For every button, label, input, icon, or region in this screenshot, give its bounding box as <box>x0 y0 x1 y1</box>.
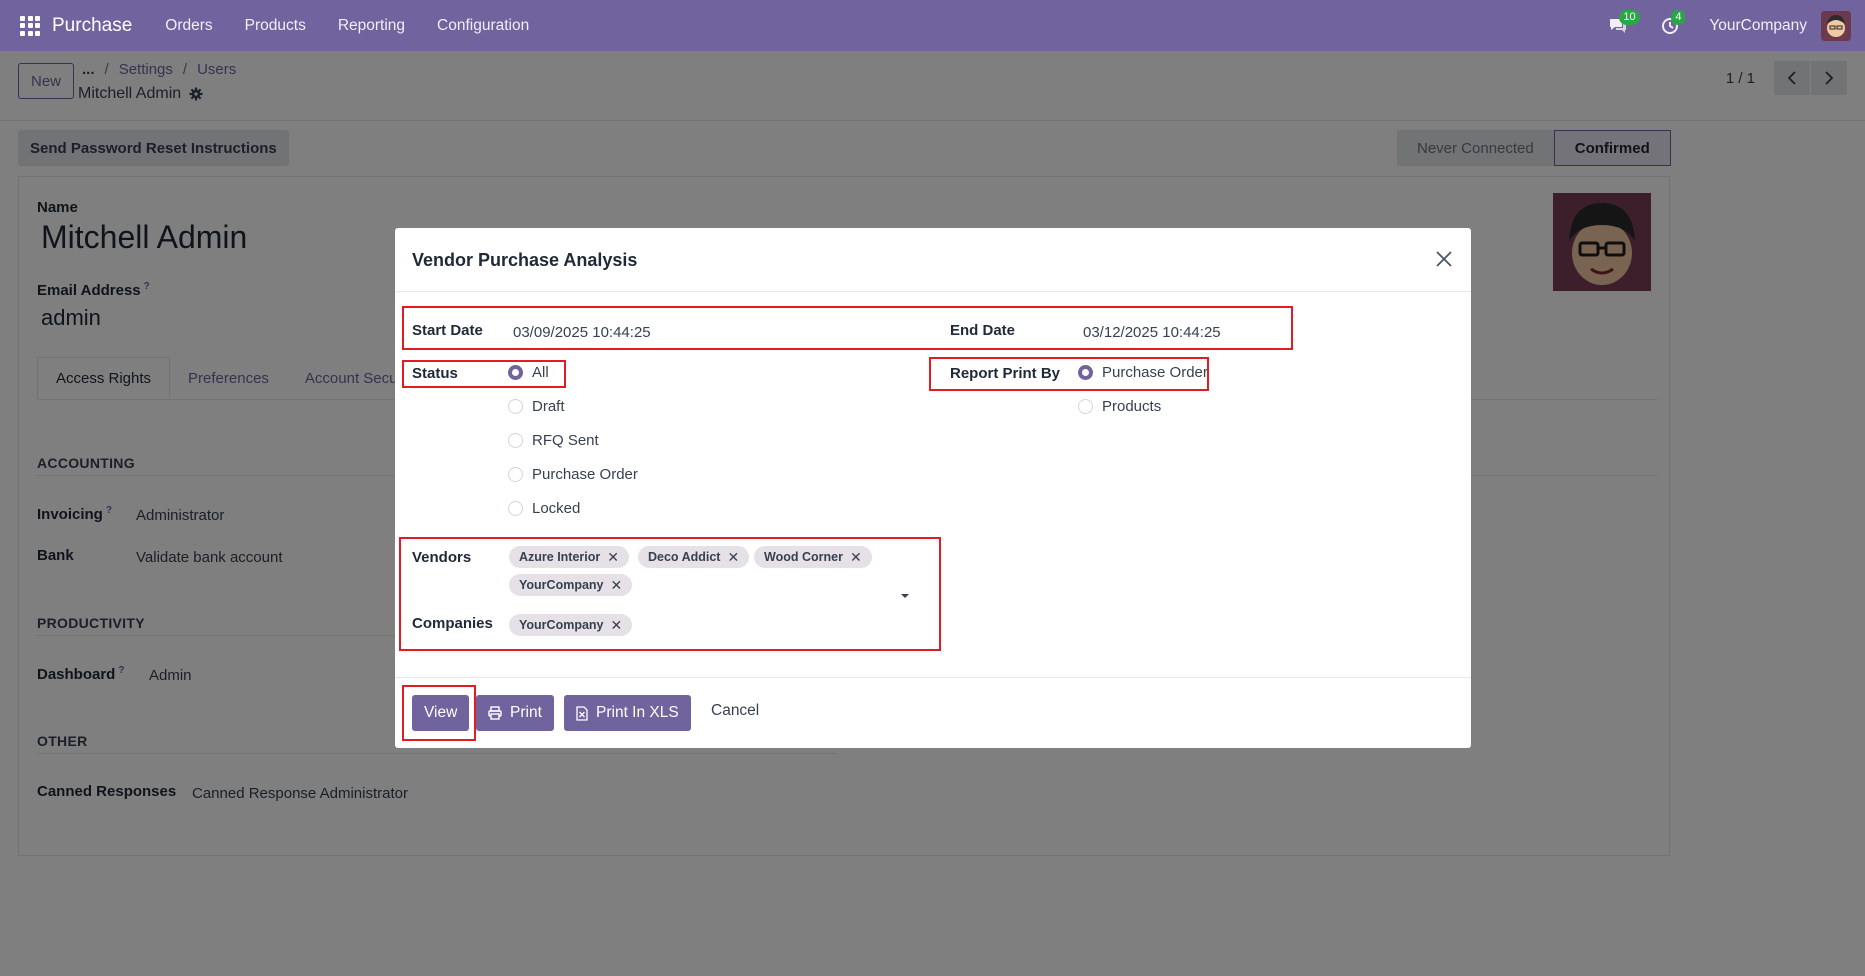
print-button[interactable]: Print <box>476 695 554 731</box>
modal-title: Vendor Purchase Analysis <box>412 250 638 270</box>
close-icon <box>1436 251 1452 267</box>
status-radio-locked[interactable]: Locked <box>508 500 580 517</box>
radio-icon <box>508 501 523 516</box>
radio-icon <box>508 433 523 448</box>
radio-icon <box>508 399 523 414</box>
close-button[interactable] <box>1431 246 1457 272</box>
status-radio-purchase-order[interactable]: Purchase Order <box>508 466 638 483</box>
activity-badge: 4 <box>1671 9 1686 25</box>
status-radio-draft[interactable]: Draft <box>508 398 565 415</box>
menu-orders[interactable]: Orders <box>154 17 223 35</box>
menu-products[interactable]: Products <box>234 17 317 35</box>
modal-footer: View Print Print In XLS Cancel <box>395 677 1471 748</box>
menu-configuration[interactable]: Configuration <box>426 17 540 35</box>
highlight-dates <box>402 306 1293 350</box>
highlight-status <box>402 360 566 388</box>
messages-badge: 10 <box>1619 9 1640 25</box>
report-by-radio-products[interactable]: Products <box>1078 398 1161 415</box>
company-switcher[interactable]: YourCompany <box>1709 17 1807 35</box>
highlight-report-by <box>929 357 1209 391</box>
activity-button[interactable]: 4 <box>1657 9 1686 39</box>
modal-header: Vendor Purchase Analysis <box>395 228 1471 292</box>
status-radio-rfq-sent[interactable]: RFQ Sent <box>508 432 599 449</box>
printer-icon <box>488 706 502 720</box>
user-avatar[interactable] <box>1821 10 1851 41</box>
highlight-vendors-companies <box>399 537 941 651</box>
vendor-purchase-analysis-dialog: Vendor Purchase Analysis Start Date 03/0… <box>395 228 1471 748</box>
print-xls-button[interactable]: Print In XLS <box>564 695 691 731</box>
radio-icon <box>1078 399 1093 414</box>
excel-file-icon <box>576 705 588 721</box>
top-navbar: Purchase Orders Products Reporting Confi… <box>0 0 1865 51</box>
cancel-button[interactable]: Cancel <box>711 702 759 720</box>
messages-button[interactable]: 10 <box>1605 9 1640 39</box>
app-name[interactable]: Purchase <box>52 15 132 37</box>
radio-icon <box>508 467 523 482</box>
apps-grid-icon[interactable] <box>20 15 40 36</box>
highlight-view-button <box>402 685 476 741</box>
menu-reporting[interactable]: Reporting <box>327 17 416 35</box>
